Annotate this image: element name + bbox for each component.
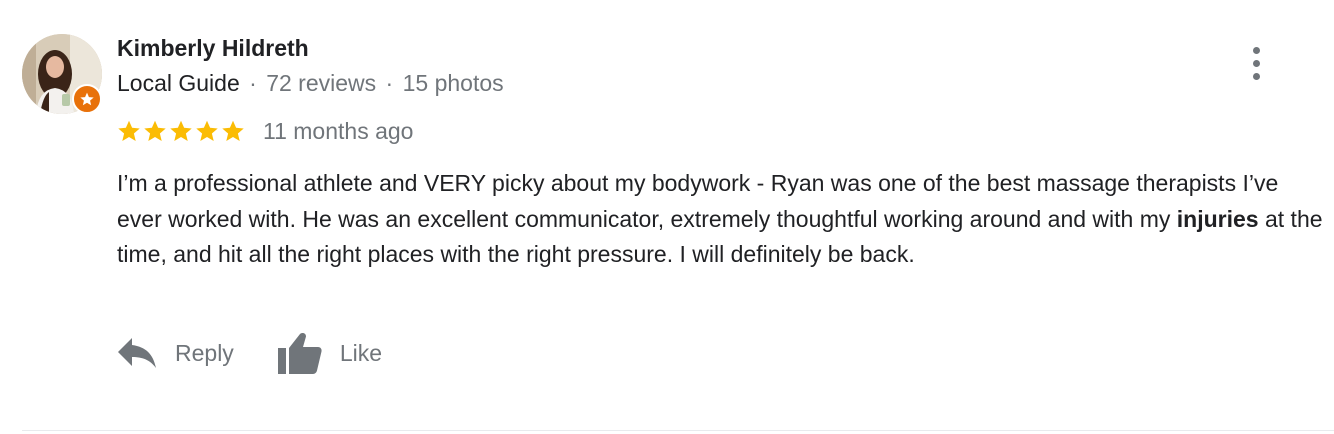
photos-count: 15 photos: [402, 70, 504, 96]
rating-row: 11 months ago: [117, 116, 413, 146]
more-options-button[interactable]: [1238, 42, 1274, 84]
reply-arrow-icon: [118, 338, 156, 368]
star-icon: [144, 120, 166, 141]
avatar[interactable]: [22, 34, 102, 114]
local-guide-badge: [72, 84, 102, 114]
star-rating: [117, 119, 245, 143]
thumbs-up-icon: [277, 333, 322, 374]
local-guide-label: Local Guide: [117, 70, 240, 96]
reviewer-name[interactable]: Kimberly Hildreth: [117, 35, 309, 62]
meta-separator: ·: [385, 70, 394, 96]
star-icon: [118, 120, 140, 141]
reviewer-meta[interactable]: Local Guide · 72 reviews · 15 photos: [117, 70, 504, 97]
more-vert-icon: [1252, 59, 1260, 67]
meta-separator: ·: [249, 70, 257, 96]
review-text-part-1: I’m a professional athlete and VERY pick…: [117, 170, 1279, 232]
review-time: 11 months ago: [263, 117, 414, 144]
review-actions: Reply Like: [117, 328, 382, 378]
star-icon: [170, 120, 192, 141]
more-vert-icon: [1252, 72, 1260, 80]
review-text-highlight: injuries: [1176, 205, 1259, 232]
star-icon: [222, 120, 244, 141]
like-label: Like: [339, 339, 383, 366]
reply-button[interactable]: Reply: [117, 337, 234, 369]
star-badge-icon: [80, 92, 94, 106]
review-card: Kimberly Hildreth Local Guide · 72 revie…: [0, 0, 1334, 434]
reviews-count: 72 reviews: [266, 70, 377, 96]
reply-label: Reply: [175, 339, 234, 366]
star-icon: [196, 120, 218, 141]
divider: [22, 430, 1334, 431]
review-text: I’m a professional athlete and VERY pick…: [117, 166, 1327, 273]
like-button[interactable]: Like: [277, 332, 383, 374]
more-vert-icon: [1252, 46, 1260, 54]
